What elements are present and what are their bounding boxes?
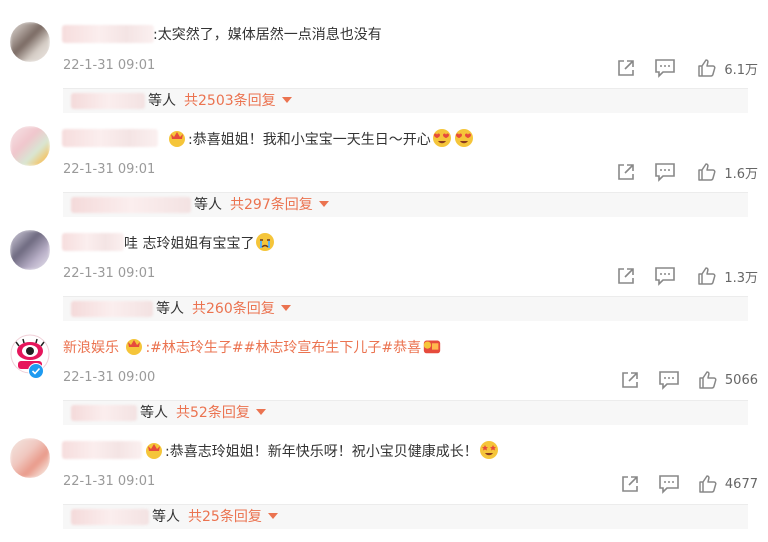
crown-emoji-icon [146, 443, 162, 459]
like-count: 1.3万 [724, 270, 758, 286]
like-count: 5066 [724, 372, 758, 388]
comment-button[interactable] [658, 472, 680, 496]
share-button[interactable] [620, 368, 640, 392]
reply-who: 等人 [152, 509, 180, 525]
comment-time: 22-1-31 09:00 [63, 370, 156, 385]
comment-item: 新浪娱乐 :#林志玲生子##林志玲宣布生下儿子#恭喜 22-1-31 09:00… [0, 334, 768, 438]
share-icon [618, 164, 634, 180]
username-blurred[interactable] [62, 441, 142, 459]
like-count: 1.6万 [724, 166, 758, 182]
like-button[interactable]: 5066 [698, 368, 758, 392]
like-icon [698, 163, 716, 181]
like-icon [699, 475, 717, 493]
celebrate-emoji-icon [423, 340, 441, 354]
like-icon [699, 371, 717, 389]
like-button[interactable]: 1.3万 [697, 264, 758, 288]
star-eyes-emoji-icon [479, 441, 498, 459]
avatar[interactable] [10, 126, 50, 166]
share-button[interactable] [616, 160, 636, 184]
comment-time: 22-1-31 09:01 [63, 58, 156, 73]
like-button[interactable]: 4677 [698, 472, 758, 496]
comment-icon [659, 371, 679, 390]
comment-text: :#林志玲生子##林志玲宣布生下儿子#恭喜 [145, 340, 422, 356]
username-blurred[interactable] [62, 129, 158, 147]
comment-item: :恭喜志玲姐姐！新年快乐呀！祝小宝贝健康成长！ 22-1-31 09:01 46… [0, 438, 768, 542]
share-icon [622, 372, 638, 388]
comment-item: :恭喜姐姐！我和小宝宝一天生日～开心 22-1-31 09:01 1.6万 等人… [0, 126, 768, 230]
share-icon [618, 268, 634, 284]
like-count: 4677 [724, 476, 758, 492]
comment-button[interactable] [654, 160, 676, 184]
reply-who: 等人 [148, 93, 176, 109]
comment-button[interactable] [654, 56, 676, 80]
comment-icon [655, 163, 675, 182]
reply-users-blurred [71, 301, 153, 317]
comment-button[interactable] [654, 264, 676, 288]
reply-who: 等人 [194, 197, 222, 213]
comment-button[interactable] [658, 368, 680, 392]
caret-down-icon [255, 409, 266, 415]
username-blurred[interactable] [62, 233, 124, 251]
share-button[interactable] [616, 264, 636, 288]
like-count: 6.1万 [724, 62, 758, 78]
reply-count-link[interactable]: 共25条回复 [188, 509, 262, 525]
crown-emoji-icon [169, 131, 185, 147]
comment-icon [655, 59, 675, 78]
comment-item: 哇 志玲姐姐有宝宝了 22-1-31 09:01 1.3万 等人 共260条回复 [0, 230, 768, 334]
avatar[interactable] [10, 438, 50, 478]
comment-time: 22-1-31 09:01 [63, 266, 156, 281]
reply-users-blurred [71, 197, 191, 213]
reply-summary[interactable]: 等人 共260条回复 [63, 296, 748, 321]
like-button[interactable]: 1.6万 [697, 160, 758, 184]
caret-down-icon [318, 201, 329, 207]
verified-badge-icon [28, 363, 44, 379]
caret-down-icon [281, 97, 292, 103]
reply-count-link[interactable]: 共297条回复 [230, 197, 313, 213]
reply-users-blurred [71, 93, 145, 109]
comment-icon [659, 475, 679, 494]
comment-icon [655, 267, 675, 286]
share-icon [618, 60, 634, 76]
share-button[interactable] [616, 56, 636, 80]
reply-users-blurred [71, 405, 137, 421]
reply-users-blurred [71, 509, 149, 525]
reply-count-link[interactable]: 共52条回复 [176, 405, 250, 421]
reply-count-link[interactable]: 共2503条回复 [184, 93, 276, 109]
reply-count-link[interactable]: 共260条回复 [192, 301, 275, 317]
share-icon [622, 476, 638, 492]
caret-down-icon [280, 305, 291, 311]
crying-emoji-icon [256, 233, 275, 251]
comment-time: 22-1-31 09:01 [63, 474, 156, 489]
avatar[interactable] [10, 22, 50, 62]
heart-eyes-emoji-icon [454, 129, 473, 147]
like-button[interactable]: 6.1万 [697, 56, 758, 80]
reply-summary[interactable]: 等人 共52条回复 [63, 400, 748, 425]
crown-emoji-icon [126, 339, 143, 355]
like-icon [698, 267, 716, 285]
heart-eyes-emoji-icon [432, 129, 451, 147]
comment-text: :太突然了，媒体居然一点消息也没有 [153, 27, 382, 43]
avatar[interactable] [10, 230, 50, 270]
comment-author[interactable]: 新浪娱乐 [63, 340, 119, 356]
comment-text: :恭喜姐姐！我和小宝宝一天生日～开心 [188, 132, 431, 148]
comment-text: :恭喜志玲姐姐！新年快乐呀！祝小宝贝健康成长！ [165, 444, 478, 460]
share-button[interactable] [620, 472, 640, 496]
caret-down-icon [267, 513, 278, 519]
comment-item: :太突然了，媒体居然一点消息也没有 22-1-31 09:01 6.1万 等人共… [0, 22, 768, 126]
username-blurred[interactable] [62, 25, 154, 43]
reply-summary[interactable]: 等人 共2503条回复 [63, 88, 748, 113]
reply-summary[interactable]: 等人 共25条回复 [63, 504, 748, 529]
reply-summary[interactable]: 等人 共297条回复 [63, 192, 748, 217]
reply-who: 等人 [156, 301, 184, 317]
like-icon [698, 59, 716, 77]
comment-time: 22-1-31 09:01 [63, 162, 156, 177]
reply-who: 等人 [140, 405, 168, 421]
comment-text: 哇 志玲姐姐有宝宝了 [124, 236, 255, 252]
